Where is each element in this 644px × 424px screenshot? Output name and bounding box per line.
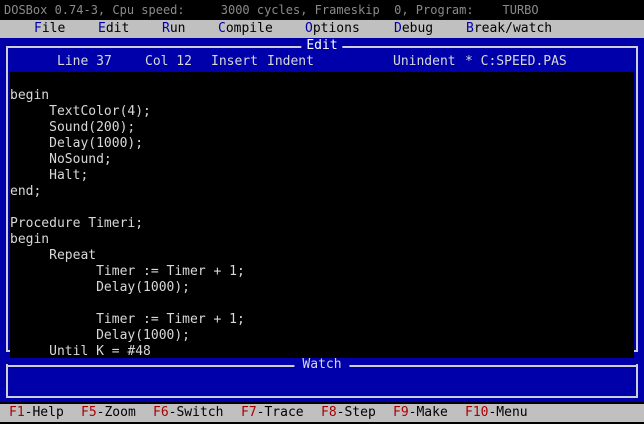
window-title: DOSBox 0.74-3, Cpu speed: 3000 cycles, F…: [0, 0, 644, 20]
f8-action-label: -Step: [336, 405, 376, 420]
f9-action-label: -Make: [408, 405, 448, 420]
menu-run-label: un: [169, 21, 186, 36]
menu-file-hotkey: F: [34, 21, 42, 36]
edit-window-title: Edit: [301, 39, 343, 53]
code-line: Timer := Timer + 1;: [10, 312, 245, 327]
f6-key-label: F6: [153, 405, 169, 420]
menu-bar: File Edit Run Compile Options Debug Brea…: [0, 20, 644, 38]
f5-action-label: -Zoom: [96, 405, 136, 420]
menu-debug-hotkey: D: [394, 21, 402, 36]
function-key-bar: F1-Help F5-Zoom F6-Switch F7-Trace F8-St…: [0, 404, 644, 422]
f7-trace-key[interactable]: F7-Trace: [241, 404, 304, 422]
f9-key-label: F9: [393, 405, 409, 420]
menu-debug[interactable]: Debug: [394, 20, 433, 38]
menu-compile-label: ompile: [225, 21, 273, 36]
code-line: Timer := Timer + 1;: [10, 264, 245, 279]
menu-options-hotkey: O: [305, 21, 313, 36]
code-line: Procedure Timeri;: [10, 216, 144, 231]
code-editor[interactable]: begin TextColor(4); Sound(200); Delay(10…: [10, 72, 634, 358]
menu-compile-hotkey: C: [218, 21, 226, 36]
menu-break-watch[interactable]: Break/watch: [466, 20, 552, 38]
menu-options-label: ptions: [312, 21, 360, 36]
f9-make-key[interactable]: F9-Make: [393, 404, 448, 422]
f8-step-key[interactable]: F8-Step: [321, 404, 376, 422]
code-line: Halt;: [10, 168, 89, 183]
f6-action-label: -Switch: [168, 405, 224, 420]
f7-action-label: -Trace: [256, 405, 304, 420]
menu-file-label: ile: [41, 21, 66, 36]
menu-debug-label: ebug: [401, 21, 434, 36]
cursor-line: Line 37: [57, 54, 112, 69]
menu-edit[interactable]: Edit: [98, 20, 129, 38]
code-line: Delay(1000);: [10, 136, 144, 151]
f10-menu-key[interactable]: F10-Menu: [465, 404, 528, 422]
f1-help-key[interactable]: F1-Help: [9, 404, 64, 422]
f10-key-label: F10: [465, 405, 489, 420]
f7-key-label: F7: [241, 405, 257, 420]
code-line: Until K = #48: [10, 344, 151, 358]
f5-zoom-key[interactable]: F5-Zoom: [81, 404, 136, 422]
f1-action-label: -Help: [24, 405, 64, 420]
f6-switch-key[interactable]: F6-Switch: [153, 404, 223, 422]
file-name: * C:SPEED.PAS: [465, 54, 567, 69]
cursor-column: Col 12: [145, 54, 192, 69]
code-line: NoSound;: [10, 152, 112, 167]
indent-mode: Indent: [267, 54, 314, 69]
code-line: Delay(1000);: [10, 328, 191, 343]
menu-run-hotkey: R: [162, 21, 170, 36]
code-line: begin: [10, 232, 50, 247]
menu-file[interactable]: File: [34, 20, 65, 38]
menu-edit-label: dit: [105, 21, 130, 36]
code-line: Delay(1000);: [10, 280, 191, 295]
code-line: Repeat: [10, 248, 97, 263]
editor-status-line: Line 37 Col 12 Insert Indent Unindent * …: [8, 54, 636, 70]
menu-break-watch-label: reak/watch: [473, 21, 553, 36]
code-line: TextColor(4);: [10, 104, 151, 119]
menu-compile[interactable]: Compile: [218, 20, 273, 38]
f8-key-label: F8: [321, 405, 337, 420]
code-line: begin: [10, 88, 50, 103]
menu-options[interactable]: Options: [305, 20, 360, 38]
unindent-mode: Unindent: [393, 54, 456, 69]
f1-key-label: F1: [9, 405, 25, 420]
insert-mode: Insert: [211, 54, 258, 69]
code-line: end;: [10, 184, 42, 199]
menu-edit-hotkey: E: [98, 21, 106, 36]
menu-run[interactable]: Run: [162, 20, 185, 38]
code-line: Sound(200);: [10, 120, 136, 135]
f10-action-label: -Menu: [488, 405, 528, 420]
f5-key-label: F5: [81, 405, 97, 420]
watch-window-title: Watch: [294, 357, 350, 373]
menu-break-watch-hotkey: B: [466, 21, 474, 36]
